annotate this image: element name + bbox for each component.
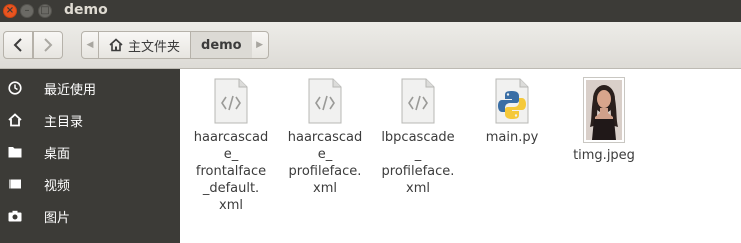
toolbar: ◀ 主文件夹 demo ▶	[0, 22, 741, 69]
sidebar-item-desktop[interactable]: 桌面	[0, 136, 180, 168]
camera-icon	[8, 210, 22, 222]
video-icon	[9, 179, 21, 189]
breadcrumb-current[interactable]: demo	[190, 32, 252, 58]
breadcrumb-scroll-right[interactable]: ▶	[252, 32, 268, 58]
maximize-icon: □	[40, 5, 50, 16]
home-icon	[8, 113, 22, 127]
close-window-button[interactable]: ×	[3, 4, 17, 18]
minimize-icon: –	[24, 5, 30, 16]
breadcrumb-scroll-left[interactable]: ◀	[82, 32, 98, 58]
sidebar-item-pictures[interactable]: 图片	[0, 200, 180, 232]
file-name: haarcascad e_ frontalface _default. xml	[193, 130, 269, 213]
breadcrumb: ◀ 主文件夹 demo ▶	[81, 31, 269, 59]
triangle-left-icon: ◀	[86, 40, 94, 50]
minimize-window-button[interactable]: –	[20, 4, 34, 18]
code-file-icon	[214, 78, 248, 124]
breadcrumb-current-label: demo	[201, 37, 242, 53]
folder-icon	[8, 147, 22, 158]
file-item[interactable]: haarcascad e_ profileface. xml	[282, 77, 368, 197]
forward-button[interactable]	[33, 31, 63, 59]
clock-icon	[8, 81, 22, 95]
file-name: haarcascad e_ profileface. xml	[287, 130, 363, 196]
file-item[interactable]: timg.jpeg	[561, 77, 647, 164]
sidebar-item-videos[interactable]: 视频	[0, 168, 180, 200]
file-view: haarcascad e_ frontalface _default. xml …	[180, 69, 741, 243]
chevron-right-icon	[44, 38, 53, 52]
triangle-right-icon: ▶	[256, 40, 264, 50]
sidebar-item-label: 桌面	[44, 146, 71, 162]
maximize-window-button[interactable]: □	[38, 4, 52, 18]
code-file-icon	[401, 78, 435, 124]
back-button[interactable]	[3, 31, 33, 59]
file-name: main.py	[485, 130, 539, 145]
sidebar-item-label: 最近使用	[44, 82, 97, 98]
file-name: timg.jpeg	[573, 148, 635, 163]
sidebar-item-label: 图片	[44, 210, 71, 226]
sidebar: 最近使用 主目录 桌面 视频 图片	[0, 69, 180, 243]
sidebar-item-label: 主目录	[44, 114, 84, 130]
breadcrumb-home-label: 主文件夹	[128, 39, 181, 55]
python-file-icon	[495, 78, 529, 124]
image-thumbnail	[583, 77, 625, 143]
sidebar-item-recent[interactable]: 最近使用	[0, 72, 180, 104]
sidebar-item-home[interactable]: 主目录	[0, 104, 180, 136]
file-name: lbpcascade _ profileface. xml	[381, 130, 455, 196]
code-file-icon	[308, 78, 342, 124]
file-item[interactable]: haarcascad e_ frontalface _default. xml	[188, 77, 274, 214]
close-icon: ×	[5, 5, 15, 16]
sidebar-item-label: 视频	[44, 178, 71, 194]
window-title: demo	[64, 2, 108, 18]
window-titlebar: × – □ demo	[0, 0, 741, 22]
chevron-left-icon	[13, 38, 22, 52]
home-icon	[109, 38, 123, 52]
breadcrumb-home[interactable]: 主文件夹	[98, 32, 190, 58]
file-item[interactable]: lbpcascade _ profileface. xml	[375, 77, 461, 197]
file-item[interactable]: main.py	[469, 77, 555, 146]
